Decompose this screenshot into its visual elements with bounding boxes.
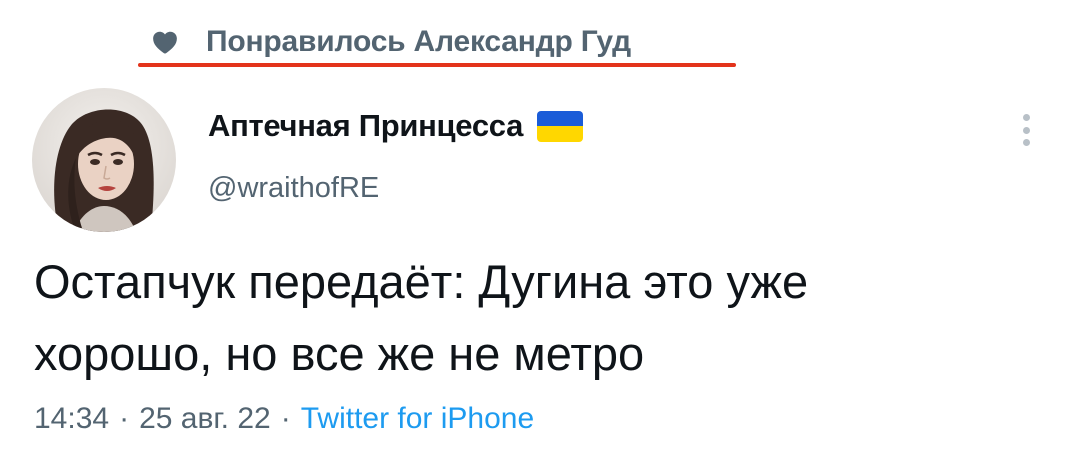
tweet-text-line-1: Остапчук передаёт: Дугина это уже: [34, 255, 809, 308]
liked-by-banner[interactable]: Понравилось Александр Гуд: [150, 22, 631, 62]
avatar[interactable]: [32, 88, 176, 232]
tweet-source-link[interactable]: Twitter for iPhone: [301, 402, 534, 435]
tweet-time[interactable]: 14:34: [34, 402, 109, 435]
meta-separator: ·: [119, 402, 130, 435]
tweet-text-line-2: хорошо, но все же не метро: [34, 327, 645, 380]
red-underline-annotation: [138, 63, 736, 67]
tweet-date[interactable]: 25 авг. 22: [139, 402, 271, 435]
heart-icon: [153, 31, 177, 54]
author-name-row[interactable]: Аптечная Принцесса: [208, 108, 584, 144]
meta-separator: ·: [280, 402, 291, 435]
tweet-meta: 14:34 · 25 авг. 22 · Twitter for iPhone: [34, 402, 534, 436]
author-display-name[interactable]: Аптечная Принцесса: [208, 108, 523, 144]
author-handle[interactable]: @wraithofRE: [208, 172, 379, 205]
more-vertical-icon[interactable]: [1016, 110, 1036, 150]
liked-by-text[interactable]: Понравилось Александр Гуд: [206, 25, 631, 59]
tweet-text: Остапчук передаёт: Дугина это уже хорошо…: [34, 246, 1054, 390]
avatar-photo: [32, 88, 176, 232]
ukraine-flag-icon: [537, 110, 584, 142]
